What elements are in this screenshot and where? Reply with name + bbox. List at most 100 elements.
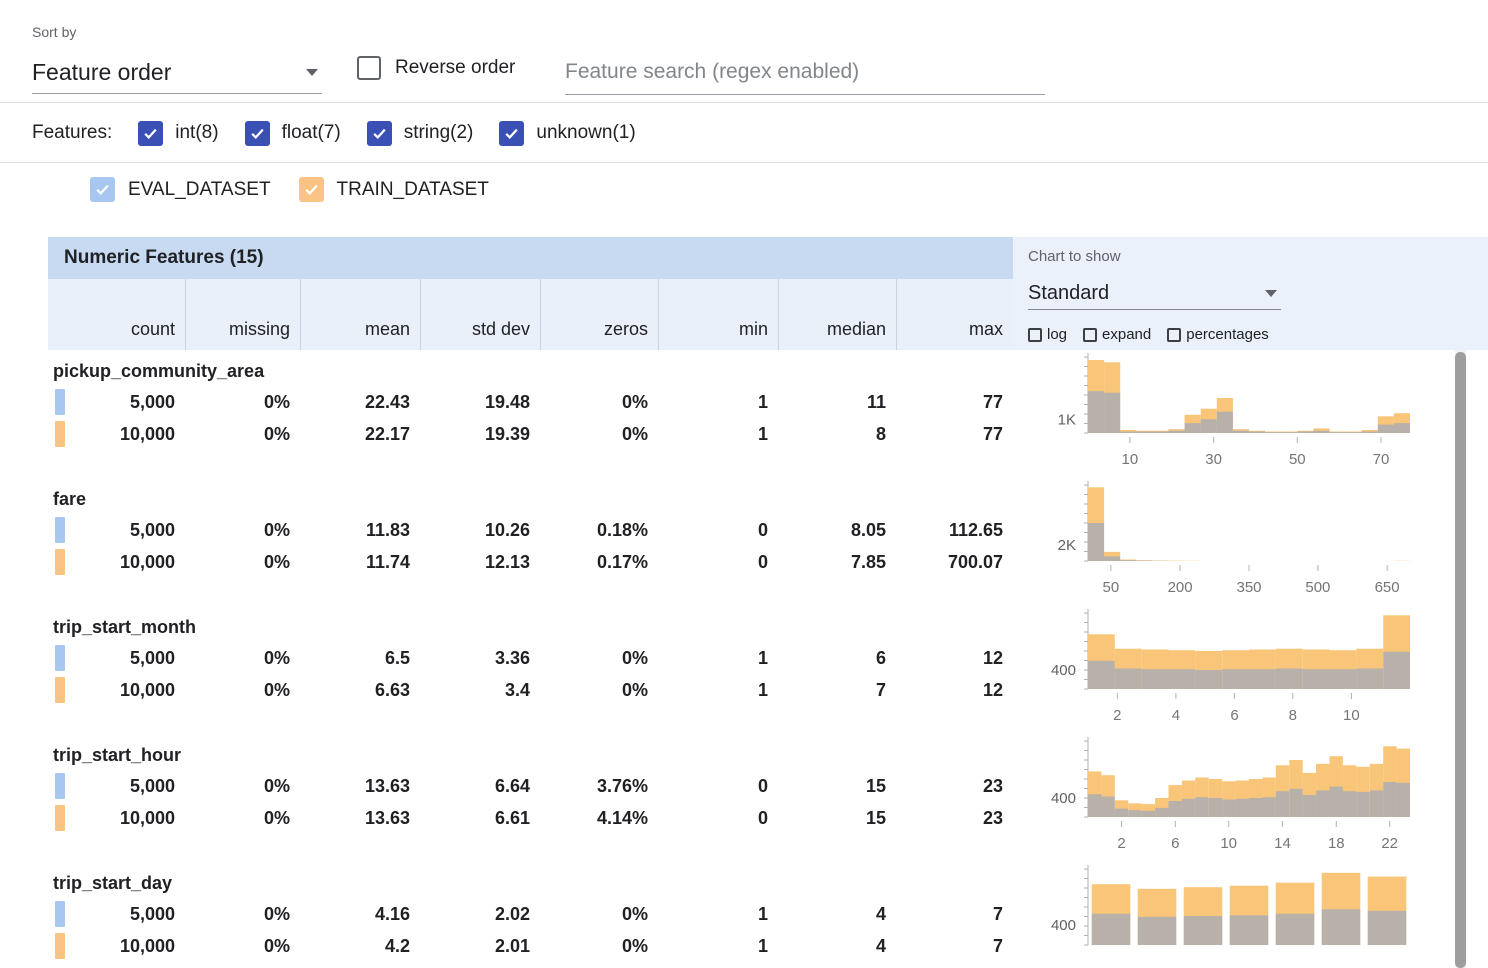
histogram-trip_start_hour: 4002610141822 — [1013, 734, 1456, 862]
cell-mean: 13.63 — [300, 776, 420, 797]
svg-text:10: 10 — [1343, 707, 1360, 724]
cell-zeros: 0% — [540, 904, 658, 925]
chevron-down-icon — [306, 69, 318, 76]
cell-missing: 0% — [185, 776, 300, 797]
eval-dataset-swatch — [55, 901, 65, 927]
cell-min: 0 — [658, 520, 778, 541]
chart-option-percentages[interactable]: percentages — [1167, 326, 1269, 343]
cell-zeros: 0.17% — [540, 552, 658, 573]
svg-text:10: 10 — [1220, 835, 1237, 852]
cell-mean: 6.63 — [300, 680, 420, 701]
chart-option-expand[interactable]: expand — [1083, 326, 1151, 343]
cell-mean: 11.83 — [300, 520, 420, 541]
histogram-fare: 2K50200350500650 — [1013, 478, 1456, 606]
svg-text:500: 500 — [1305, 579, 1330, 596]
column-header-count: count — [48, 279, 185, 350]
histogram-trip_start_month: 400246810 — [1013, 606, 1456, 734]
cell-mean: 13.63 — [300, 808, 420, 829]
feature-rows: pickup_community_area5,0000%22.4319.480%… — [48, 350, 1013, 968]
feature-histogram: 400 — [1013, 862, 1456, 968]
chart-type-select[interactable]: Standard — [1028, 277, 1281, 310]
svg-text:2: 2 — [1117, 835, 1125, 852]
cell-median: 15 — [778, 776, 896, 797]
feature-name: trip_start_day — [48, 868, 1013, 898]
feature-block-trip_start_day: trip_start_day5,0000%4.162.020%14710,000… — [48, 862, 1013, 968]
feature-search-input[interactable] — [565, 50, 1045, 95]
chart-option-label: expand — [1102, 326, 1151, 343]
feature-block-trip_start_month: trip_start_month5,0000%6.53.360%161210,0… — [48, 606, 1013, 734]
check-icon — [94, 181, 111, 198]
checkbox-checked-icon[interactable] — [299, 177, 324, 202]
checkbox-unchecked-icon[interactable] — [1028, 328, 1042, 342]
feature-name: trip_start_hour — [48, 740, 1013, 770]
cell-mean: 22.17 — [300, 424, 420, 445]
cell-count: 10,000 — [48, 808, 185, 829]
reverse-order-checkbox[interactable] — [357, 56, 381, 80]
cell-min: 0 — [658, 808, 778, 829]
cell-max: 700.07 — [896, 552, 1013, 573]
feature-block-trip_start_hour: trip_start_hour5,0000%13.636.643.76%0152… — [48, 734, 1013, 862]
check-icon — [371, 125, 388, 142]
checkbox-checked-icon[interactable] — [138, 121, 163, 146]
reverse-order-label: Reverse order — [395, 57, 515, 79]
checkbox-unchecked-icon[interactable] — [1083, 328, 1097, 342]
checkbox-checked-icon[interactable] — [245, 121, 270, 146]
feature-type-filter-bar: Features: int(8)float(7)string(2)unknown… — [0, 104, 1488, 163]
cell-mean: 6.5 — [300, 648, 420, 669]
cell-std-dev: 19.48 — [420, 392, 540, 413]
cell-missing: 0% — [185, 680, 300, 701]
svg-text:8: 8 — [1289, 707, 1297, 724]
train-dataset-swatch — [55, 549, 65, 575]
dataset-label: TRAIN_DATASET — [337, 179, 489, 201]
feature-type-toggle-float[interactable]: float(7) — [245, 121, 341, 146]
cell-median: 8 — [778, 424, 896, 445]
cell-max: 77 — [896, 392, 1013, 413]
feature-histogram: 400246810 — [1013, 606, 1456, 734]
feature-type-toggle-string[interactable]: string(2) — [367, 121, 474, 146]
check-icon — [249, 125, 266, 142]
feature-type-toggle-unknown[interactable]: unknown(1) — [499, 121, 635, 146]
dataset-toggle-train_dataset[interactable]: TRAIN_DATASET — [299, 177, 489, 202]
cell-zeros: 3.76% — [540, 776, 658, 797]
eval-dataset-swatch — [55, 645, 65, 671]
cell-std-dev: 12.13 — [420, 552, 540, 573]
cell-min: 1 — [658, 936, 778, 957]
dataset-toggle-eval_dataset[interactable]: EVAL_DATASET — [90, 177, 271, 202]
vertical-scrollbar[interactable] — [1455, 350, 1466, 968]
checkbox-checked-icon[interactable] — [367, 121, 392, 146]
scrollbar-thumb[interactable] — [1455, 352, 1466, 968]
charts-column: 1K103050702K5020035050065040024681040026… — [1013, 350, 1456, 968]
column-header-row: countmissingmeanstd devzerosminmedianmax — [48, 279, 1013, 350]
cell-std-dev: 6.64 — [420, 776, 540, 797]
chart-option-checkboxes: log expand percentages — [1028, 326, 1285, 343]
svg-text:400: 400 — [1051, 917, 1076, 934]
svg-text:14: 14 — [1274, 835, 1291, 852]
train-stats-row: 10,0000%13.636.614.14%01523 — [48, 802, 1013, 834]
sort-by-select[interactable]: Feature order — [32, 52, 322, 94]
svg-text:30: 30 — [1205, 451, 1222, 468]
cell-zeros: 0.18% — [540, 520, 658, 541]
train-stats-row: 10,0000%4.22.010%147 — [48, 930, 1013, 962]
train-dataset-swatch — [55, 421, 65, 447]
svg-text:200: 200 — [1168, 579, 1193, 596]
svg-text:4: 4 — [1172, 707, 1180, 724]
cell-missing: 0% — [185, 552, 300, 573]
feature-name: trip_start_month — [48, 612, 1013, 642]
checkbox-checked-icon[interactable] — [499, 121, 524, 146]
chart-option-log[interactable]: log — [1028, 326, 1067, 343]
numeric-features-table: Numeric Features (15) countmissingmeanst… — [48, 237, 1013, 968]
reverse-order-control[interactable]: Reverse order — [357, 56, 515, 80]
checkbox-unchecked-icon[interactable] — [1167, 328, 1181, 342]
cell-missing: 0% — [185, 904, 300, 925]
svg-text:2K: 2K — [1058, 537, 1076, 554]
feature-type-toggle-int[interactable]: int(8) — [138, 121, 218, 146]
checkbox-checked-icon[interactable] — [90, 177, 115, 202]
cell-min: 0 — [658, 552, 778, 573]
svg-text:50: 50 — [1103, 579, 1120, 596]
cell-median: 15 — [778, 808, 896, 829]
cell-count: 5,000 — [48, 392, 185, 413]
train-stats-row: 10,0000%11.7412.130.17%07.85700.07 — [48, 546, 1013, 578]
svg-text:6: 6 — [1171, 835, 1179, 852]
feature-histogram: 2K50200350500650 — [1013, 478, 1456, 606]
sort-by-label: Sort by — [32, 24, 76, 40]
